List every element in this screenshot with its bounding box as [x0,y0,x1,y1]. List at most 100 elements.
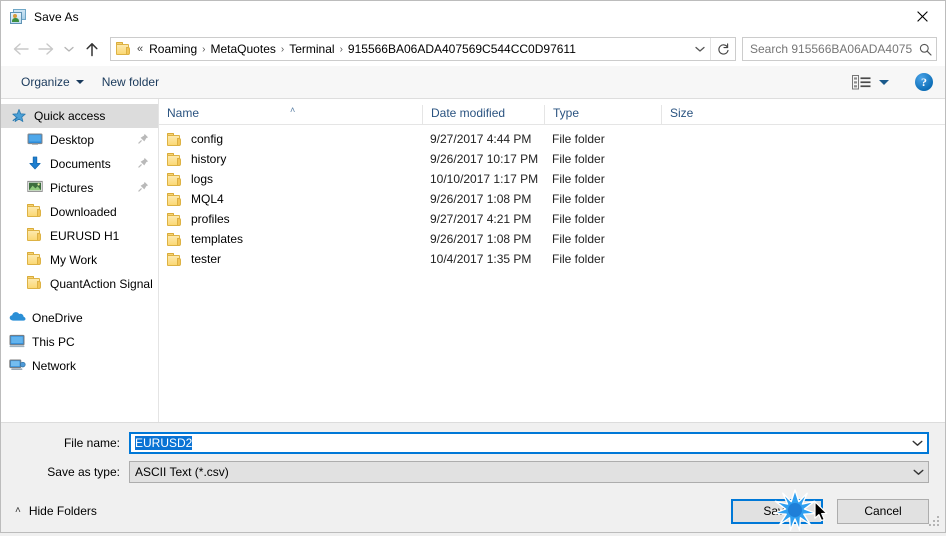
file-list-area: ˄ Name Date modified Type Size config 9/… [159,99,945,422]
new-folder-button[interactable]: New folder [96,71,165,93]
address-bar[interactable]: « Roaming › MetaQuotes › Terminal › 9155… [110,37,736,61]
navigation-sidebar: Quick access Desktop Documents Pictures … [1,99,159,422]
pin-icon[interactable] [138,157,149,171]
breadcrumb-overflow-icon[interactable]: « [136,43,146,55]
column-label: Size [670,106,694,120]
file-type-cell: File folder [552,192,605,206]
sidebar-item-network[interactable]: Network [1,354,158,378]
folder-icon [167,212,183,226]
recent-locations-chevron-icon[interactable] [59,36,79,62]
forward-arrow-icon[interactable] [33,36,59,62]
onedrive-cloud-icon [9,310,26,326]
sidebar-item-this-pc[interactable]: This PC [1,330,158,354]
folder-icon [167,152,183,166]
sidebar-item-label: OneDrive [32,311,83,325]
table-row[interactable]: templates 9/26/2017 1:08 PM File folder [159,229,945,249]
column-header-type[interactable]: Type [544,105,661,124]
back-arrow-icon[interactable] [7,36,33,62]
save-as-dialog: Save As « Roaming › MetaQuotes › Termina… [0,0,946,533]
search-box[interactable] [742,37,937,61]
breadcrumb-separator-icon[interactable]: › [279,44,286,55]
up-arrow-icon[interactable] [79,36,105,62]
column-header-row: ˄ Name Date modified Type Size [159,99,945,125]
sidebar-item-label: My Work [50,253,98,267]
sidebar-item-label: Documents [50,157,111,171]
dialog-content: Quick access Desktop Documents Pictures … [1,99,945,422]
command-toolbar: Organize New folder ? [1,66,945,99]
folder-icon [167,252,183,266]
refresh-icon[interactable] [710,38,735,60]
column-header-name[interactable]: ˄ Name [159,105,422,124]
search-input[interactable] [743,42,914,56]
table-row[interactable]: profiles 9/27/2017 4:21 PM File folder [159,209,945,229]
sidebar-item-pictures[interactable]: Pictures [1,176,158,200]
file-name-cell: history [159,152,422,166]
close-icon[interactable] [899,1,945,32]
column-header-size[interactable]: Size [661,105,741,124]
column-label: Name [167,106,200,120]
sidebar-item-eurusd-h1[interactable]: EURUSD H1 [1,224,158,248]
view-layout-icon[interactable] [848,72,893,93]
chevron-down-icon [75,80,84,84]
sidebar-item-desktop[interactable]: Desktop [1,128,158,152]
file-name-label: config [191,132,224,146]
save-button[interactable]: Save [731,498,823,524]
file-name-label: MQL4 [191,192,224,206]
file-name-field-row: File name: EURUSD2 [17,432,929,454]
this-pc-monitor-icon [9,334,25,350]
file-name-cell: templates [159,232,422,246]
cancel-button[interactable]: Cancel [837,498,929,524]
file-name-cell: config [159,132,422,146]
chevron-down-icon[interactable] [908,462,928,482]
chevron-down-icon[interactable] [907,434,927,452]
file-name-cell: logs [159,172,422,186]
hide-folders-button[interactable]: ˄ Hide Folders [13,504,97,518]
table-row[interactable]: history 9/26/2017 10:17 PM File folder [159,149,945,169]
save-as-type-field-row: Save as type: ASCII Text (*.csv) [17,461,929,483]
save-as-type-label: Save as type: [47,465,120,479]
column-label: Type [553,106,580,120]
breadcrumb-separator-icon[interactable]: › [338,44,345,55]
sidebar-item-downloaded[interactable]: Downloaded [1,200,158,224]
organize-button[interactable]: Organize [15,71,90,93]
documents-download-icon [27,156,43,172]
breadcrumb-item-roaming[interactable]: Roaming [146,40,200,58]
sidebar-item-onedrive[interactable]: OneDrive [1,306,158,330]
chevron-up-icon: ˄ [15,505,21,516]
save-form: File name: EURUSD2 Save as type: ASCII T… [1,422,945,490]
file-name-selected-text: EURUSD2 [135,436,193,450]
save-as-type-select[interactable]: ASCII Text (*.csv) [129,461,929,483]
breadcrumb-item-metaquotes[interactable]: MetaQuotes [208,40,279,58]
table-row[interactable]: config 9/27/2017 4:44 PM File folder [159,129,945,149]
table-row[interactable]: MQL4 9/26/2017 1:08 PM File folder [159,189,945,209]
sidebar-item-quantaction-signal[interactable]: QuantAction Signal [1,272,158,296]
file-name-cell: MQL4 [159,192,422,206]
title-bar: Save As [1,1,945,32]
chevron-down-icon[interactable] [690,38,710,60]
pin-icon[interactable] [138,181,149,195]
desktop-icon [27,132,43,148]
sidebar-item-my-work[interactable]: My Work [1,248,158,272]
table-row[interactable]: tester 10/4/2017 1:35 PM File folder [159,249,945,269]
search-icon[interactable] [914,38,936,60]
sidebar-item-quick-access[interactable]: Quick access [1,104,158,128]
resize-grip[interactable] [929,516,941,528]
sidebar-item-documents[interactable]: Documents [1,152,158,176]
breadcrumb-item-terminal[interactable]: Terminal [286,40,337,58]
file-date-cell: 9/27/2017 4:21 PM [430,212,532,226]
pin-icon[interactable] [138,133,149,147]
table-row[interactable]: logs 10/10/2017 1:17 PM File folder [159,169,945,189]
file-type-cell: File folder [552,152,605,166]
breadcrumb-item-guid[interactable]: 915566BA06ADA407569C544CC0D97611 [345,40,579,58]
quick-access-star-icon [11,108,27,124]
file-name-input[interactable]: EURUSD2 [129,432,929,454]
window-title: Save As [34,9,79,24]
column-label: Date modified [431,106,506,120]
folder-icon [27,228,43,244]
help-icon[interactable]: ? [915,73,933,91]
dialog-footer: ˄ Hide Folders Save Cancel [1,490,945,532]
breadcrumb-separator-icon[interactable]: › [200,44,207,55]
save-as-type-value: ASCII Text (*.csv) [135,465,229,479]
column-header-date-modified[interactable]: Date modified [422,105,544,124]
